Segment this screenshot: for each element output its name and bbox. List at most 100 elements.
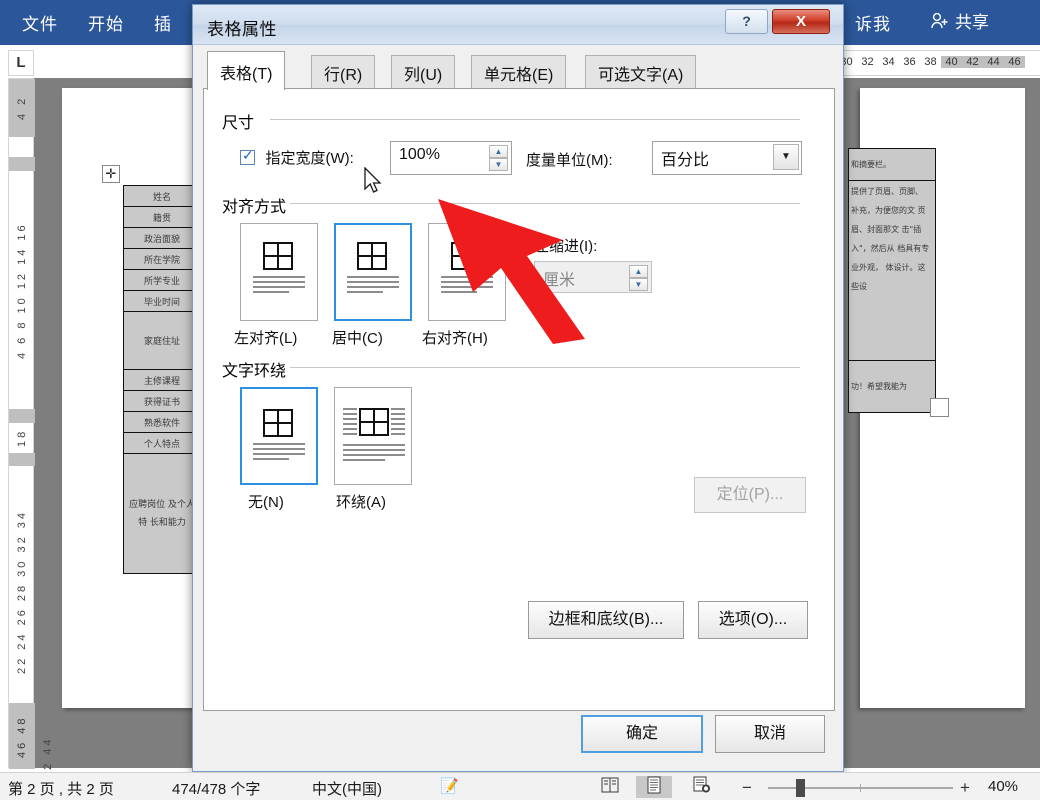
hruler-num-40: 40 — [941, 56, 962, 68]
text-lines-icon — [347, 276, 399, 296]
table-grid-icon — [263, 242, 293, 270]
zoom-out-button[interactable]: − — [742, 778, 752, 798]
annotation-arrow-icon — [438, 199, 585, 344]
ruler-indent-marker-3 — [9, 453, 35, 466]
group-size-rule — [270, 119, 800, 120]
tab-row[interactable]: 行(R) — [311, 55, 376, 89]
measure-unit-combo[interactable]: 百分比 ▼ — [652, 141, 802, 175]
specify-width-checkbox[interactable]: 指定宽度(W): — [240, 147, 354, 168]
width-stepper[interactable]: ▲ ▼ — [489, 145, 508, 171]
table-cell-label[interactable]: 熟悉软件 — [123, 411, 201, 433]
table-move-handle-icon[interactable]: ✛ — [102, 165, 120, 183]
checkbox-box-icon[interactable] — [240, 147, 255, 165]
ruler-indent-marker-2 — [9, 409, 35, 423]
right-page-table[interactable]: 和摘要栏。 提供了页眉、页脚、 补充，为便您的文 页眉、封面那文 击"插入"，然… — [848, 148, 936, 413]
group-wrapping-label: 文字环绕 — [222, 363, 287, 380]
help-button[interactable]: ? — [725, 9, 768, 34]
share-button[interactable]: 共享 — [930, 8, 989, 33]
width-spinbox[interactable]: 100% ▲ ▼ — [390, 141, 512, 175]
table-cell-label[interactable]: 所学专业 — [123, 269, 201, 291]
tab-table[interactable]: 表格(T) — [207, 51, 286, 90]
table-cell-label[interactable]: 个人特点 — [123, 432, 201, 454]
wrap-around-thumbnail[interactable] — [334, 387, 412, 485]
table-cell-text[interactable]: 功！希望我能为 — [848, 360, 936, 413]
table-grid-icon — [359, 408, 389, 436]
table-cell-label[interactable]: 主修课程 — [123, 369, 201, 391]
specify-width-label: 指定宽度(W): — [265, 150, 354, 167]
table-cell-label[interactable]: 毕业时间 — [123, 290, 201, 312]
table-cell-label[interactable]: 姓名 — [123, 185, 201, 207]
tab-column[interactable]: 列(U) — [391, 55, 456, 89]
wrap-none-thumbnail[interactable] — [240, 387, 318, 485]
stepper-down-icon[interactable]: ▼ — [489, 158, 508, 171]
ribbon-tell-me[interactable]: 诉我 — [855, 10, 891, 35]
vruler-nums-a: 4 6 8 10 12 14 16 — [16, 222, 28, 360]
table-row[interactable]: 功！希望我能为 — [848, 360, 936, 413]
side-text-lines-icon — [391, 408, 405, 438]
dialog-body: 表格(T) 行(R) 列(U) 单元格(E) 可选文字(A) 尺寸 指定宽度(W… — [203, 51, 835, 711]
hruler-num-38: 38 — [924, 56, 937, 68]
align-center-thumbnail[interactable] — [334, 223, 412, 321]
align-left-caption: 左对齐(L) — [234, 330, 298, 347]
vruler-nums-d: 46 48 — [16, 715, 28, 759]
close-button[interactable]: X — [772, 9, 830, 34]
hruler-num-46: 46 — [1004, 56, 1025, 68]
table-row[interactable]: 提供了页眉、页脚、 补充，为便您的文 页眉、封面那文 击"插入"，然后从 档具有… — [848, 180, 936, 361]
status-word-count[interactable]: 474/478 个字 — [172, 778, 260, 799]
left-indent-stepper: ▲ ▼ — [629, 265, 648, 291]
table-cell-label[interactable]: 政治面貌 — [123, 227, 201, 249]
align-center-caption: 居中(C) — [332, 330, 383, 347]
horizontal-ruler[interactable]: 30 32 34 36 38 40 42 44 46 — [836, 50, 1040, 76]
ruler-indent-marker-1 — [9, 157, 35, 171]
view-print-layout-icon[interactable] — [636, 776, 672, 798]
status-page-count[interactable]: 第 2 页 , 共 2 页 — [8, 778, 114, 799]
table-cell-label[interactable]: 家庭住址 — [123, 311, 201, 370]
zoom-percent-label[interactable]: 40% — [988, 778, 1018, 795]
group-alignment-label: 对齐方式 — [222, 199, 287, 216]
ribbon-tab-insert[interactable]: 插 — [154, 10, 172, 35]
tab-cell[interactable]: 单元格(E) — [471, 55, 567, 89]
table-cell-text[interactable]: 提供了页眉、页脚、 补充，为便您的文 页眉、封面那文 击"插入"，然后从 档具有… — [848, 180, 936, 361]
dialog-titlebar[interactable]: 表格属性 ? X — [193, 5, 843, 45]
table-cell-text[interactable]: 和摘要栏。 — [848, 148, 936, 181]
print-layout-glyph — [647, 776, 661, 794]
stepper-up-icon: ▲ — [629, 265, 648, 278]
hruler-num-42: 42 — [962, 56, 983, 68]
measure-unit-label: 度量单位(M): — [526, 152, 613, 169]
read-mode-glyph — [601, 777, 619, 793]
table-resize-handle-icon[interactable] — [930, 398, 949, 417]
table-cell-label[interactable]: 获得证书 — [123, 390, 201, 412]
proofing-icon[interactable]: 📝 — [440, 777, 459, 795]
view-web-layout-icon[interactable] — [684, 776, 720, 798]
ruler-corner-marker[interactable]: L — [8, 50, 34, 76]
text-lines-icon — [253, 443, 305, 463]
ribbon-tab-home[interactable]: 开始 — [88, 10, 124, 35]
web-layout-glyph — [693, 776, 710, 793]
text-lines-icon — [253, 276, 305, 296]
measure-unit-value: 百分比 — [661, 152, 710, 169]
view-read-mode-icon[interactable] — [592, 776, 628, 798]
options-button[interactable]: 选项(O)... — [698, 601, 808, 639]
table-row[interactable]: 和摘要栏。 — [848, 148, 936, 181]
borders-and-shading-button[interactable]: 边框和底纹(B)... — [528, 601, 684, 639]
zoom-slider-midpoint — [860, 784, 861, 792]
vertical-ruler[interactable]: 4 2 4 6 8 10 12 14 16 18 22 24 26 28 30 … — [8, 78, 54, 791]
share-label: 共享 — [955, 13, 989, 32]
cancel-button[interactable]: 取消 — [715, 715, 825, 753]
table-cell-label[interactable]: 所在学院 — [123, 248, 201, 270]
stepper-up-icon[interactable]: ▲ — [489, 145, 508, 158]
table-grid-icon — [263, 409, 293, 437]
status-language[interactable]: 中文(中国) — [312, 778, 382, 799]
tab-alt-text[interactable]: 可选文字(A) — [585, 55, 697, 89]
ribbon-tab-file[interactable]: 文件 — [22, 10, 58, 35]
align-left-thumbnail[interactable] — [240, 223, 318, 321]
width-value[interactable]: 100% — [399, 146, 440, 164]
table-cell-label[interactable]: 籍贯 — [123, 206, 201, 228]
ok-button[interactable]: 确定 — [581, 715, 703, 753]
chevron-down-icon[interactable]: ▼ — [773, 144, 799, 170]
zoom-in-button[interactable]: + — [960, 778, 970, 798]
zoom-slider-thumb[interactable] — [796, 779, 805, 797]
table-cell-label[interactable]: 应聘岗位 及个人特 长和能力 — [123, 453, 201, 574]
side-text-lines-icon — [343, 408, 357, 438]
table-grid-icon — [357, 242, 387, 270]
